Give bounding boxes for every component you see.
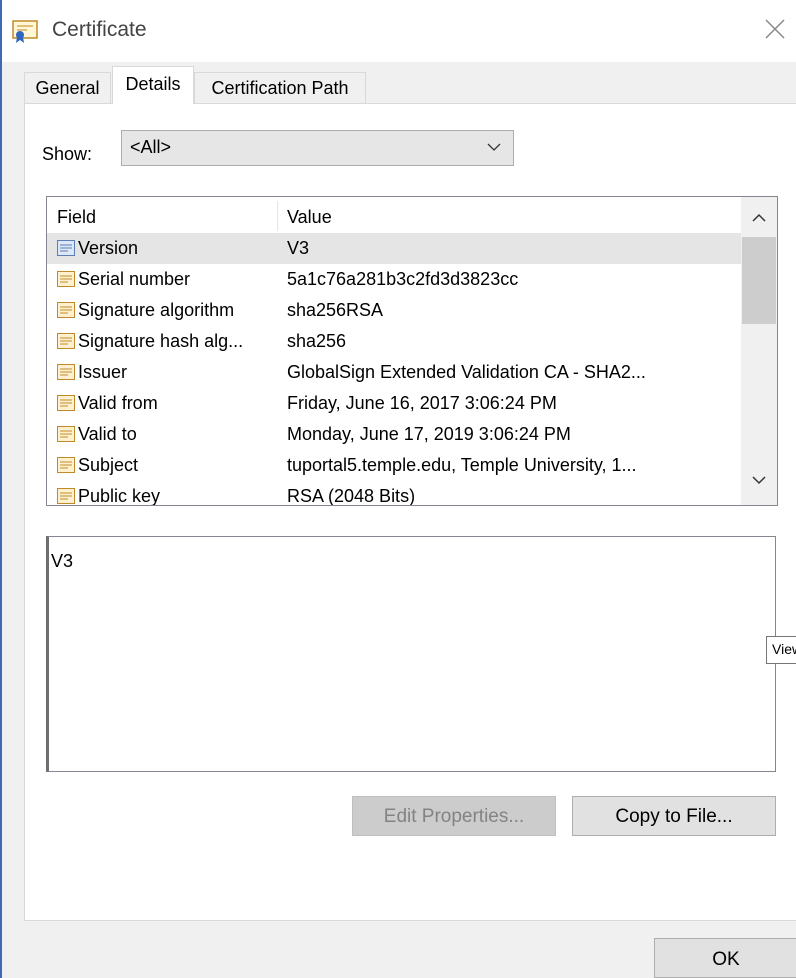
- chevron-down-icon: [487, 143, 501, 151]
- certificate-field-icon: [57, 457, 75, 473]
- tooltip: View: [766, 636, 796, 664]
- title-bar: Certificate: [2, 0, 796, 62]
- ok-button[interactable]: OK: [654, 938, 796, 978]
- list-item-valid-to[interactable]: Valid to Monday, June 17, 2019 3:06:24 P…: [47, 419, 741, 450]
- field-value: RSA (2048 Bits): [287, 486, 416, 506]
- tab-details[interactable]: Details: [112, 66, 194, 104]
- field-value: Monday, June 17, 2019 3:06:24 PM: [287, 424, 571, 444]
- copy-to-file-button[interactable]: Copy to File...: [572, 796, 776, 836]
- tab-general[interactable]: General: [24, 72, 111, 104]
- field-name: Valid from: [78, 393, 158, 413]
- window-title: Certificate: [52, 18, 147, 41]
- list-item-valid-from[interactable]: Valid from Friday, June 16, 2017 3:06:24…: [47, 388, 741, 419]
- certificate-field-icon: [57, 302, 75, 318]
- show-dropdown[interactable]: <All>: [121, 130, 514, 166]
- field-value: GlobalSign Extended Validation CA - SHA2…: [287, 362, 646, 382]
- list-item-public-key[interactable]: Public key RSA (2048 Bits): [47, 481, 741, 506]
- field-name: Issuer: [78, 362, 128, 382]
- list-item-issuer[interactable]: Issuer GlobalSign Extended Validation CA…: [47, 357, 741, 388]
- list-item-signature-hash-algorithm[interactable]: Signature hash alg... sha256: [47, 326, 741, 357]
- field-name: Signature hash alg...: [78, 331, 244, 351]
- field-value: 5a1c76a281b3c2fd3d3823cc: [287, 269, 519, 289]
- field-value: V3: [287, 238, 310, 258]
- list-item-serial-number[interactable]: Serial number 5a1c76a281b3c2fd3d3823cc: [47, 264, 741, 295]
- scrollbar-thumb[interactable]: [742, 237, 776, 324]
- list-item-signature-algorithm[interactable]: Signature algorithm sha256RSA: [47, 295, 741, 326]
- chevron-up-icon[interactable]: [752, 213, 766, 223]
- certificate-field-icon: [57, 240, 75, 256]
- field-name: Serial number: [78, 269, 191, 289]
- field-detail-text: V3: [51, 551, 74, 571]
- list-scrollbar[interactable]: [741, 197, 777, 505]
- field-rows: Version V3 Serial number 5a1c76a281b3c2f…: [47, 233, 741, 506]
- certificate-field-icon: [57, 488, 75, 504]
- edit-properties-button[interactable]: Edit Properties...: [352, 796, 556, 836]
- list-item-subject[interactable]: Subject tuportal5.temple.edu, Temple Uni…: [47, 450, 741, 481]
- field-name: Valid to: [78, 424, 137, 444]
- certificate-field-icon: [57, 395, 75, 411]
- certificate-field-icon: [57, 333, 75, 349]
- certificate-field-icon: [57, 364, 75, 380]
- field-value: tuportal5.temple.edu, Temple University,…: [287, 455, 637, 475]
- field-list[interactable]: Field Value Version V3 Serial number 5a1…: [46, 196, 778, 506]
- field-value: sha256RSA: [287, 300, 384, 320]
- certificate-field-icon: [57, 271, 75, 287]
- column-divider[interactable]: [277, 201, 278, 231]
- certificate-field-icon: [57, 426, 75, 442]
- field-detail-textbox[interactable]: V3: [46, 536, 776, 772]
- tab-certification-path[interactable]: Certification Path: [194, 72, 366, 104]
- field-value: sha256: [287, 331, 347, 351]
- show-label: Show:: [42, 144, 93, 164]
- field-name: Version: [78, 238, 139, 258]
- column-header-field[interactable]: Field: [57, 207, 96, 228]
- column-header-value[interactable]: Value: [287, 207, 332, 228]
- certificate-dialog: Certificate General Details Certificatio…: [0, 0, 796, 978]
- close-icon[interactable]: [760, 14, 790, 44]
- list-item-version[interactable]: Version V3: [47, 233, 741, 264]
- field-value: Friday, June 16, 2017 3:06:24 PM: [287, 393, 557, 413]
- field-name: Public key: [78, 486, 161, 506]
- field-name: Subject: [78, 455, 139, 475]
- certificate-icon: [12, 20, 38, 43]
- show-dropdown-value: <All>: [130, 137, 172, 157]
- field-name: Signature algorithm: [78, 300, 235, 320]
- chevron-down-icon[interactable]: [752, 475, 766, 485]
